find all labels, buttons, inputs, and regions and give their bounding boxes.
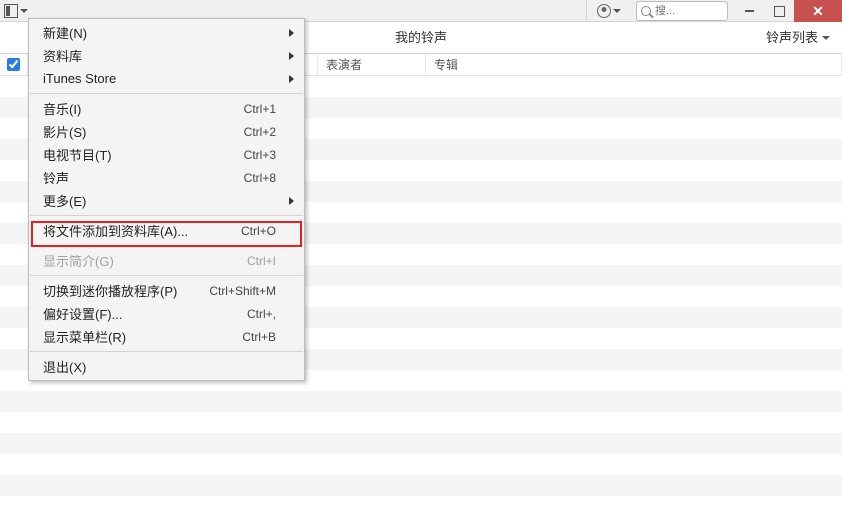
menu-shortcut: Ctrl+Shift+M — [209, 284, 276, 298]
menu-ringtones[interactable]: 铃声 Ctrl+8 — [29, 166, 304, 189]
close-button[interactable] — [794, 0, 842, 22]
search-icon — [641, 6, 651, 16]
search-box[interactable] — [636, 1, 728, 21]
menu-label: iTunes Store — [43, 71, 116, 86]
minimize-button[interactable] — [734, 0, 764, 22]
menu-shortcut: Ctrl+3 — [244, 148, 276, 162]
menu-shortcut: Ctrl+2 — [244, 125, 276, 139]
menu-label: 退出(X) — [43, 357, 86, 376]
menu-shortcut: Ctrl+B — [242, 330, 276, 344]
menu-separator — [30, 275, 303, 276]
menu-label: 将文件添加到资料库(A)... — [43, 221, 188, 240]
menu-label: 资料库 — [43, 46, 82, 65]
table-row — [0, 433, 842, 454]
menu-label: 新建(N) — [43, 23, 87, 42]
column-artist[interactable]: 表演者 — [318, 54, 426, 75]
account-button[interactable] — [586, 0, 630, 22]
menu-label: 显示简介(G) — [43, 251, 114, 270]
submenu-arrow-icon — [289, 29, 294, 37]
check-all-checkbox[interactable] — [7, 58, 20, 71]
submenu-arrow-icon — [289, 197, 294, 205]
table-row — [0, 475, 842, 496]
table-row — [0, 412, 842, 433]
menu-show-menubar[interactable]: 显示菜单栏(R) Ctrl+B — [29, 325, 304, 348]
view-label: 铃声列表 — [766, 22, 818, 54]
menu-mini-player[interactable]: 切换到迷你播放程序(P) Ctrl+Shift+M — [29, 279, 304, 302]
menu-get-info: 显示简介(G) Ctrl+I — [29, 249, 304, 272]
menu-label: 更多(E) — [43, 191, 86, 210]
menu-library[interactable]: 资料库 — [29, 44, 304, 67]
chevron-down-icon — [822, 36, 830, 40]
submenu-arrow-icon — [289, 52, 294, 60]
menu-separator — [30, 245, 303, 246]
user-icon — [597, 4, 611, 18]
menu-separator — [30, 215, 303, 216]
submenu-arrow-icon — [289, 75, 294, 83]
check-all-column[interactable] — [0, 54, 28, 75]
menu-add-file[interactable]: 将文件添加到资料库(A)... Ctrl+O — [29, 219, 304, 242]
menu-new[interactable]: 新建(N) — [29, 21, 304, 44]
menu-label: 显示菜单栏(R) — [43, 327, 126, 346]
menu-label: 影片(S) — [43, 122, 86, 141]
maximize-button[interactable] — [764, 0, 794, 22]
menu-shortcut: Ctrl+8 — [244, 171, 276, 185]
table-row — [0, 391, 842, 412]
menu-label: 切换到迷你播放程序(P) — [43, 281, 177, 300]
chevron-down-icon — [613, 9, 621, 13]
app-menu-button[interactable] — [0, 4, 28, 18]
menu-shortcut: Ctrl+O — [241, 224, 276, 238]
menu-label: 铃声 — [43, 168, 69, 187]
menu-more[interactable]: 更多(E) — [29, 189, 304, 212]
page-title: 我的铃声 — [395, 22, 447, 54]
menu-tv[interactable]: 电视节目(T) Ctrl+3 — [29, 143, 304, 166]
table-row — [0, 496, 842, 517]
view-selector[interactable]: 铃声列表 — [766, 22, 830, 54]
menu-separator — [30, 93, 303, 94]
column-album[interactable]: 专辑 — [426, 54, 842, 75]
app-menu: 新建(N) 资料库 iTunes Store 音乐(I) Ctrl+1 影片(S… — [28, 18, 305, 381]
menu-shortcut: Ctrl+1 — [244, 102, 276, 116]
menu-label: 偏好设置(F)... — [43, 304, 122, 323]
menu-shortcut: Ctrl+, — [247, 307, 276, 321]
menu-exit[interactable]: 退出(X) — [29, 355, 304, 378]
menu-shortcut: Ctrl+I — [247, 254, 276, 268]
menu-label: 音乐(I) — [43, 99, 81, 118]
menu-label: 电视节目(T) — [43, 145, 112, 164]
menu-itunes-store[interactable]: iTunes Store — [29, 67, 304, 90]
menu-separator — [30, 351, 303, 352]
chevron-down-icon — [20, 9, 28, 13]
menu-movies[interactable]: 影片(S) Ctrl+2 — [29, 120, 304, 143]
table-row — [0, 454, 842, 475]
menu-preferences[interactable]: 偏好设置(F)... Ctrl+, — [29, 302, 304, 325]
menu-music[interactable]: 音乐(I) Ctrl+1 — [29, 97, 304, 120]
app-icon — [4, 4, 18, 18]
search-input[interactable] — [655, 5, 723, 17]
